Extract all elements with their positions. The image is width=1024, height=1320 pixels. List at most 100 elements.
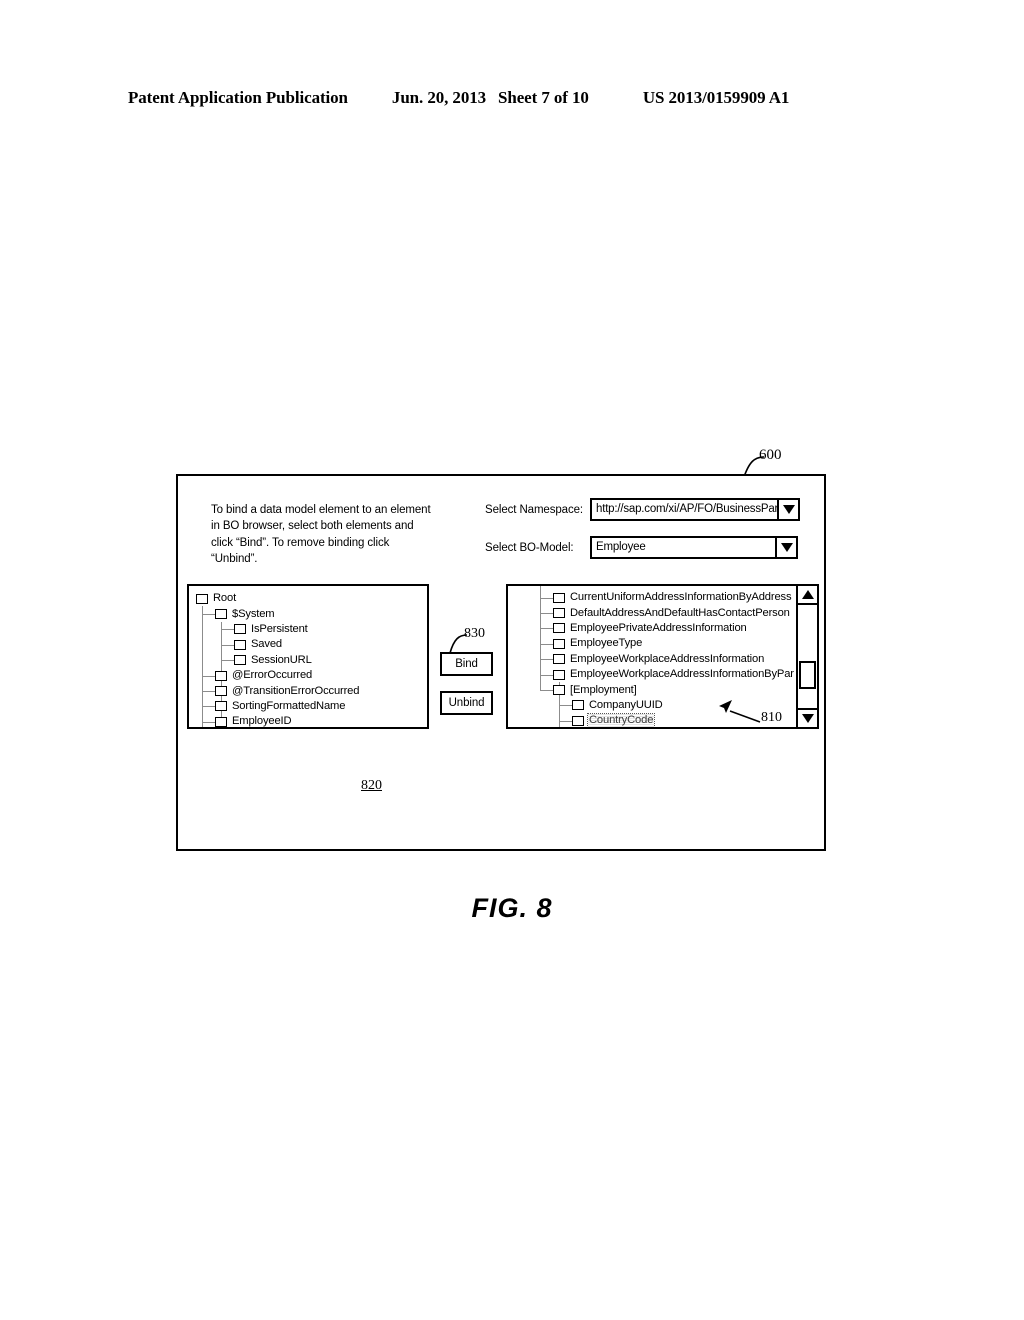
tree-connector-line <box>221 660 234 662</box>
tree-node-label: SortingFormattedName <box>232 699 346 712</box>
tree-node[interactable]: CountryCode <box>508 713 656 727</box>
checkbox-icon[interactable] <box>215 686 227 697</box>
patent-number: US 2013/0159909 A1 <box>642 88 790 107</box>
tree-connector-line <box>221 644 234 646</box>
unbind-button[interactable]: Unbind <box>440 691 493 715</box>
namespace-combobox[interactable]: http://sap.com/xi/AP/FO/BusinessPar <box>590 498 800 521</box>
tree-node-label: $System <box>232 607 275 620</box>
selected-node-reference-callout: 810 <box>716 698 802 732</box>
sheet-number: Sheet 7 of 10 <box>498 88 589 107</box>
tree-trunk-line <box>202 606 203 727</box>
chevron-down-icon[interactable] <box>775 538 796 557</box>
tree-node[interactable]: DefaultAddressAndDefaultHasContactPerson <box>508 605 791 620</box>
tree-node-label: @TransitionErrorOccurred <box>232 684 360 697</box>
tree-connector-line <box>202 721 215 723</box>
tree-trunk-line <box>540 586 541 691</box>
tree-node-label: @ErrorOccurred <box>232 669 313 682</box>
tree-node[interactable]: EmployeePrivateAddressInformation <box>508 621 748 636</box>
checkbox-icon[interactable] <box>234 655 246 666</box>
tree-connector-line <box>202 675 215 677</box>
bo-model-field-row: Select BO-Model: Employee <box>485 536 798 559</box>
tree-node[interactable]: EmployeeWorkplaceAddressInformationByPar <box>508 667 795 682</box>
checkbox-icon[interactable] <box>553 623 565 634</box>
checkbox-icon[interactable] <box>215 670 227 681</box>
bo-model-label: Select BO-Model: <box>485 541 574 554</box>
reference-number-810: 810 <box>761 710 782 725</box>
tree-node[interactable]: EmployeeID <box>189 714 292 728</box>
checkbox-icon[interactable] <box>553 669 565 680</box>
checkbox-icon[interactable] <box>553 592 565 603</box>
tree-node-label: EmployeeType <box>570 637 643 650</box>
tree-connector-line <box>202 691 215 693</box>
tree-connector-line <box>540 690 553 692</box>
data-model-tree: Root $System IsPersistent Saved SessionURL @E… <box>189 586 427 727</box>
namespace-field-row: Select Namespace: http://sap.com/xi/AP/F… <box>485 498 800 521</box>
tree-connector-line <box>540 613 553 615</box>
tree-node[interactable]: Root <box>189 591 237 606</box>
tree-connector-line <box>202 614 215 616</box>
tree-connector-line <box>559 720 572 722</box>
tree-node[interactable]: CompanyUUID <box>508 698 664 713</box>
checkbox-icon[interactable] <box>572 700 584 711</box>
namespace-label: Select Namespace: <box>485 503 584 516</box>
tree-node-label: EmployeeWorkplaceAddressInformation <box>570 652 765 665</box>
tree-node-label: Saved <box>251 638 282 651</box>
tree-node[interactable]: [Employment] <box>508 682 638 697</box>
publication-date: Jun. 20, 2013 <box>391 88 487 107</box>
tree-node-label: Root <box>213 592 237 605</box>
scrollbar-thumb[interactable] <box>799 660 816 690</box>
figure-caption: FIG. 8 <box>471 893 553 923</box>
tree-connector-line <box>540 643 553 645</box>
chevron-down-icon[interactable] <box>777 500 798 519</box>
tree-connector-line <box>202 706 215 708</box>
leader-line-830 <box>449 634 468 654</box>
checkbox-icon[interactable] <box>553 654 565 665</box>
scroll-up-arrow-icon[interactable] <box>797 586 817 605</box>
tree-node[interactable]: Saved <box>189 637 283 652</box>
bind-button[interactable]: Bind <box>440 652 493 676</box>
instruction-text: To bind a data model element to an eleme… <box>211 504 431 566</box>
tree-node[interactable]: SessionURL <box>189 653 313 668</box>
bo-model-combobox[interactable]: Employee <box>590 536 798 559</box>
tree-connector-line <box>540 597 553 599</box>
tree-connector-line <box>540 628 553 630</box>
checkbox-icon[interactable] <box>234 639 246 650</box>
reference-number-820: 820 <box>361 778 382 793</box>
tree-node[interactable]: EmployeeType <box>508 636 643 651</box>
tree-node[interactable]: @ErrorOccurred <box>189 668 313 683</box>
tree-node[interactable]: EmployeeWorkplaceAddressInformation <box>508 652 765 667</box>
data-model-tree-panel[interactable]: Root $System IsPersistent Saved SessionURL @E… <box>187 584 429 729</box>
leader-line-810 <box>729 710 761 723</box>
tree-node[interactable]: SortingFormattedName <box>189 699 346 714</box>
tree-node-label: CurrentUniformAddressInformationByAddres… <box>570 591 792 604</box>
checkbox-icon[interactable] <box>553 685 565 696</box>
tree-connector-line <box>221 629 234 631</box>
checkbox-icon[interactable] <box>215 609 227 620</box>
checkbox-icon[interactable] <box>553 638 565 649</box>
tree-connector-line <box>540 659 553 661</box>
patent-page-header: Patent Application Publication Jun. 20, … <box>128 88 896 112</box>
bo-model-value: Employee <box>596 541 646 553</box>
checkbox-icon[interactable] <box>553 608 565 619</box>
checkbox-icon[interactable] <box>215 716 227 727</box>
bind-button-reference-callout: 830 <box>444 626 514 654</box>
tree-node-label: DefaultAddressAndDefaultHasContactPerson <box>570 606 790 619</box>
namespace-value: http://sap.com/xi/AP/FO/BusinessPar <box>596 503 777 515</box>
checkbox-icon[interactable] <box>196 593 208 604</box>
checkbox-icon[interactable] <box>215 701 227 712</box>
tree-node[interactable]: IsPersistent <box>189 622 309 637</box>
tree-node-label: IsPersistent <box>251 622 308 635</box>
checkbox-icon[interactable] <box>234 624 246 635</box>
tree-node-label: EmployeeWorkplaceAddressInformationByPar <box>570 668 794 681</box>
tree-node-label: EmployeeID <box>232 715 292 728</box>
binding-dialog-window: To bind a data model element to an eleme… <box>176 474 826 851</box>
tree-node-label: CompanyUUID <box>589 698 663 711</box>
tree-node-label: [Employment] <box>570 683 637 696</box>
tree-node-label: EmployeePrivateAddressInformation <box>570 621 747 634</box>
tree-node-label: SessionURL <box>251 653 312 666</box>
publication-label: Patent Application Publication <box>128 88 348 107</box>
scrollbar-track[interactable] <box>798 605 817 708</box>
checkbox-icon[interactable] <box>572 715 584 726</box>
tree-node[interactable]: CurrentUniformAddressInformationByAddres… <box>508 590 792 605</box>
tree-node[interactable]: @TransitionErrorOccurred <box>189 683 360 698</box>
